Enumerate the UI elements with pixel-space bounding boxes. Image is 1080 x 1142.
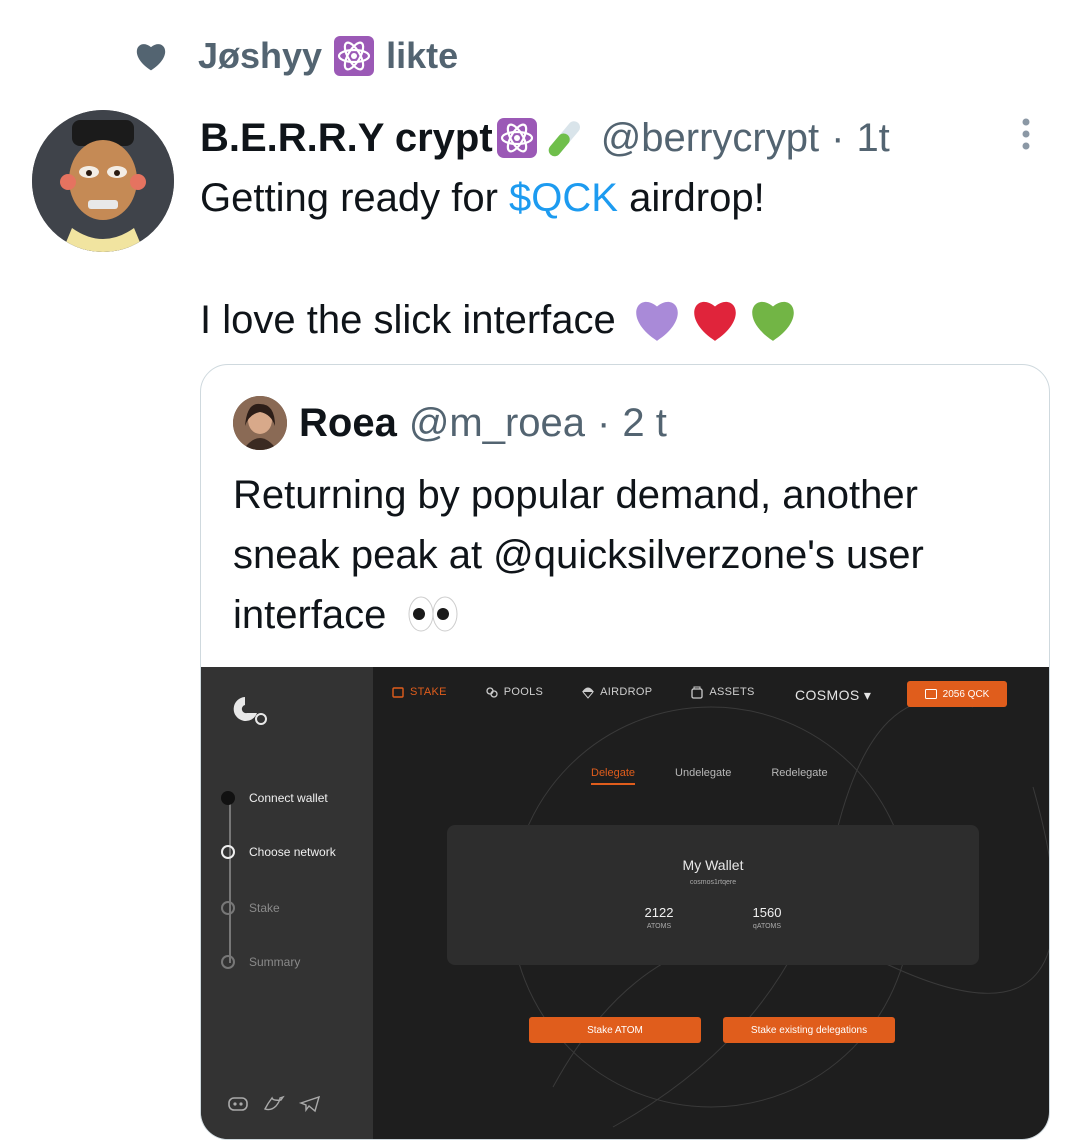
- app-screenshot: Connect wallet Choose network Stake Summ…: [201, 667, 1049, 1139]
- step-connect-wallet[interactable]: Connect wallet: [219, 789, 328, 807]
- wallet-icon: [924, 689, 937, 699]
- step-icon: [221, 955, 235, 969]
- quote-text-body: Returning by popular demand, another sne…: [233, 473, 924, 637]
- tweet-time[interactable]: 1t: [856, 116, 889, 161]
- quote-text: Returning by popular demand, another sne…: [233, 465, 1023, 645]
- tab-delegate[interactable]: Delegate: [591, 767, 636, 785]
- cashtag-link[interactable]: $QCK: [509, 176, 618, 220]
- stat-value: 2122: [644, 905, 674, 920]
- author-handle[interactable]: @berrycrypt: [601, 116, 819, 161]
- tweet-text-prefix: Getting ready for: [200, 176, 510, 220]
- step-icon: [221, 845, 235, 859]
- avatar[interactable]: [32, 110, 174, 252]
- network-selector[interactable]: COSMOS ▾: [795, 687, 871, 704]
- nav-label: ASSETS: [709, 686, 755, 698]
- purple-heart-icon: [635, 301, 678, 341]
- tweet-text-line2: I love the slick interface: [200, 292, 798, 348]
- atom-emoji-icon: [334, 36, 375, 76]
- app-sidebar: Connect wallet Choose network Stake Summ…: [201, 667, 373, 1139]
- step-label: Choose network: [249, 845, 336, 859]
- step-label: Summary: [249, 955, 301, 969]
- quicksilver-logo-icon: [233, 697, 267, 725]
- nav-stake[interactable]: STAKE: [391, 685, 447, 699]
- stat-unit: qATOMS: [752, 923, 782, 930]
- app-nav: STAKE POOLS AIRDROP ASSETS: [391, 685, 793, 699]
- tab-redelegate[interactable]: Redelegate: [771, 767, 827, 785]
- more-options-icon[interactable]: [1012, 116, 1040, 152]
- nav-pools[interactable]: POOLS: [485, 685, 543, 699]
- author-name[interactable]: B.E.R.R.Y crypt: [200, 116, 493, 161]
- tweet-text-line2-label: I love the slick interface: [200, 298, 616, 342]
- quote-author-name[interactable]: Roea: [299, 401, 397, 446]
- stat-value: 1560: [752, 905, 782, 920]
- pools-icon: [486, 687, 498, 698]
- red-heart-icon: [693, 301, 736, 341]
- stake-icon: [392, 687, 404, 698]
- step-icon: [221, 901, 235, 915]
- nav-airdrop[interactable]: AIRDROP: [581, 685, 652, 699]
- social-context: Jøshyy likte: [134, 34, 458, 78]
- stake-existing-delegations-button[interactable]: Stake existing delegations: [723, 1017, 895, 1043]
- discord-icon[interactable]: [227, 1095, 249, 1113]
- wallet-address: cosmos1rtqere: [689, 879, 737, 886]
- eyes-emoji-icon: [408, 596, 458, 632]
- parachute-icon: [582, 687, 595, 699]
- step-label: Stake: [249, 901, 280, 915]
- stake-tabs: Delegate Undelegate Redelegate: [591, 767, 868, 785]
- heart-icon: [136, 44, 166, 71]
- tweet-header: B.E.R.R.Y crypt @berrycrypt · 1t: [200, 112, 890, 164]
- green-heart-icon: [751, 301, 794, 341]
- qck-balance-button[interactable]: 2056 QCK: [907, 681, 1007, 707]
- quote-author-handle[interactable]: @m_roea: [409, 401, 585, 446]
- wallet-title: My Wallet: [682, 857, 744, 873]
- step-stake[interactable]: Stake: [219, 899, 280, 917]
- assets-icon: [691, 686, 704, 699]
- quote-time[interactable]: 2 t: [622, 401, 666, 446]
- step-icon: [221, 791, 235, 805]
- telegram-icon[interactable]: [299, 1095, 321, 1113]
- wallet-card: My Wallet cosmos1rtqere 2122 ATOMS 1560 …: [447, 825, 979, 965]
- step-label: Connect wallet: [249, 791, 328, 805]
- liked-action: likte: [386, 35, 459, 76]
- tweet-text: Getting ready for $QCK airdrop!: [200, 170, 1060, 226]
- tweet-text-suffix: airdrop!: [617, 176, 765, 220]
- qck-balance: 2056 QCK: [942, 688, 990, 700]
- quoted-tweet[interactable]: Roea @m_roea · 2 t Returning by popular …: [200, 364, 1050, 1140]
- quote-header: Roea @m_roea · 2 t: [233, 395, 667, 451]
- step-summary[interactable]: Summary: [219, 953, 300, 971]
- steps-connector: [229, 803, 231, 963]
- qatoms-stat: 1560 qATOMS: [727, 905, 807, 930]
- nav-label: POOLS: [503, 686, 544, 698]
- twitter-icon[interactable]: [263, 1095, 285, 1113]
- social-links: [227, 1095, 321, 1113]
- nav-assets[interactable]: ASSETS: [690, 685, 754, 699]
- atom-emoji-icon: [496, 118, 537, 158]
- quote-avatar[interactable]: [233, 396, 287, 450]
- nav-label: AIRDROP: [600, 686, 653, 698]
- step-choose-network[interactable]: Choose network: [219, 843, 336, 861]
- separator-dot: ·: [831, 115, 845, 160]
- tab-undelegate[interactable]: Undelegate: [675, 767, 731, 785]
- separator-dot: ·: [597, 400, 611, 445]
- test-tube-emoji-icon: [548, 121, 580, 157]
- nav-label: STAKE: [410, 686, 447, 698]
- stake-atom-button[interactable]: Stake ATOM: [529, 1017, 701, 1043]
- atoms-stat: 2122 ATOMS: [619, 905, 699, 930]
- stat-unit: ATOMS: [646, 923, 672, 930]
- liker-name[interactable]: Jøshyy: [198, 35, 322, 77]
